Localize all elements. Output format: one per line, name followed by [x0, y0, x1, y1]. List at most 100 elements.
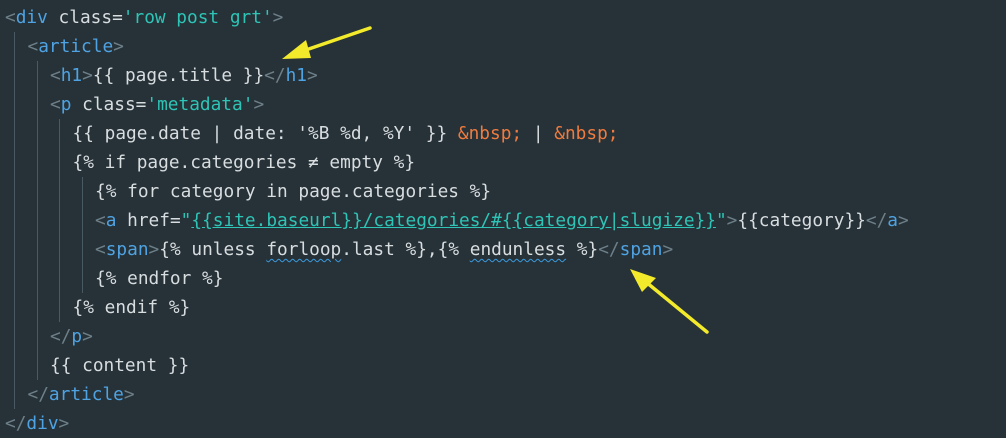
- code-token: {{category}}: [737, 210, 866, 231]
- code-token: >: [726, 210, 738, 231]
- code-token: endunless: [469, 239, 567, 260]
- code-token: div: [15, 7, 48, 28]
- indent-guide: [59, 177, 60, 206]
- code-token: <: [50, 94, 61, 115]
- code-token: span: [105, 239, 149, 260]
- code-token: </: [27, 384, 49, 405]
- code-token: class=: [71, 94, 147, 115]
- code-token: {% if page.categories ≠ empty %}: [72, 152, 416, 173]
- code-token: article: [48, 384, 124, 405]
- indent-guide: [82, 264, 83, 293]
- code-token: h1: [285, 65, 307, 86]
- code-token: >: [113, 36, 124, 57]
- code-line[interactable]: <div class='row post grt'>: [5, 3, 283, 32]
- indent-guide: [37, 206, 38, 235]
- indent-guide: [14, 148, 15, 177]
- code-token: >: [307, 65, 318, 86]
- code-line[interactable]: </p>: [50, 322, 93, 351]
- code-line[interactable]: {% if page.categories ≠ empty %}: [73, 148, 416, 177]
- code-token: </: [865, 210, 888, 231]
- code-token: ": [715, 210, 727, 231]
- indent-guide: [14, 293, 15, 322]
- indent-guide: [59, 119, 60, 148]
- code-line[interactable]: <p class='metadata'>: [50, 90, 264, 119]
- indent-guide: [82, 177, 83, 206]
- indent-guide: [14, 235, 15, 264]
- code-token: >: [58, 413, 70, 434]
- code-token: </: [598, 239, 620, 260]
- indent-guide: [14, 322, 15, 351]
- indent-guide: [14, 61, 15, 90]
- code-token: <: [50, 65, 61, 86]
- code-token: <: [5, 7, 16, 28]
- code-line[interactable]: <a href="{{site.baseurl}}/categories/#{{…: [95, 206, 909, 235]
- indent-guide: [37, 264, 38, 293]
- code-token: >: [82, 65, 93, 86]
- indent-guide: [14, 264, 15, 293]
- code-token: {{ page.date | date: '%B %d, %Y' }}: [72, 123, 458, 144]
- indent-guide: [14, 206, 15, 235]
- indent-guide: [37, 293, 38, 322]
- code-token: >: [272, 7, 284, 28]
- code-line[interactable]: <h1>{{ page.title }}</h1>: [50, 61, 318, 90]
- indent-guide: [14, 32, 15, 61]
- code-token: <: [27, 36, 39, 57]
- code-token: >: [898, 210, 909, 231]
- code-token: span: [619, 239, 663, 260]
- code-token: >: [662, 239, 674, 260]
- code-token: forloop: [266, 239, 342, 260]
- indent-guide: [82, 206, 83, 235]
- code-token: >: [82, 326, 93, 347]
- code-line[interactable]: {{ page.date | date: '%B %d, %Y' }} &nbs…: [73, 119, 619, 148]
- indent-guide: [37, 61, 38, 90]
- indent-guide: [59, 235, 60, 264]
- code-token: %}: [566, 239, 599, 260]
- code-token: {% endif %}: [72, 297, 191, 318]
- code-token: href=: [116, 210, 181, 231]
- code-token: .last %},{%: [341, 239, 470, 260]
- indent-guide: [14, 90, 15, 119]
- code-token: {% for category in page.categories %}: [95, 181, 492, 202]
- code-token: {% unless: [159, 239, 267, 260]
- indent-guide: [37, 90, 38, 119]
- code-token: >: [123, 384, 135, 405]
- code-line[interactable]: {% for category in page.categories %}: [95, 177, 491, 206]
- code-token: h1: [60, 65, 83, 86]
- code-editor[interactable]: <div class='row post grt'> <article> <h1>{…: [0, 0, 1006, 435]
- code-token: article: [38, 36, 114, 57]
- code-token: {{ page.title }}: [92, 65, 265, 86]
- code-token: <: [95, 239, 106, 260]
- code-line[interactable]: <article>: [28, 32, 124, 61]
- code-token: p: [60, 94, 72, 115]
- indent-guide: [37, 119, 38, 148]
- code-token: ": [180, 210, 192, 231]
- code-token: </: [264, 65, 286, 86]
- indent-guide: [82, 235, 83, 264]
- code-token: >: [253, 94, 265, 115]
- code-token: a: [887, 210, 898, 231]
- indent-guide: [14, 351, 15, 380]
- code-token: >: [148, 239, 160, 260]
- code-token: &nbsp;: [554, 123, 619, 144]
- code-line[interactable]: {{ content }}: [50, 351, 189, 380]
- code-token: </: [50, 326, 72, 347]
- code-line[interactable]: {% endfor %}: [95, 264, 223, 293]
- code-line[interactable]: {% endif %}: [73, 293, 191, 322]
- code-line[interactable]: </article>: [28, 380, 135, 409]
- code-token: 'metadata': [146, 94, 254, 115]
- code-line[interactable]: <span>{% unless forloop.last %},{% endun…: [95, 235, 673, 264]
- code-token: {{site.baseurl}}/categories/#{{category|…: [191, 210, 716, 231]
- code-token: &nbsp;: [457, 123, 523, 144]
- indent-guide: [14, 119, 15, 148]
- indent-guide: [37, 148, 38, 177]
- indent-guide: [59, 148, 60, 177]
- code-token: div: [26, 413, 59, 434]
- indent-guide: [37, 322, 38, 351]
- indent-guide: [37, 235, 38, 264]
- code-line[interactable]: </div>: [5, 409, 69, 438]
- code-token: class=: [47, 7, 123, 28]
- code-token: {{ content }}: [50, 355, 190, 376]
- indent-guide: [37, 177, 38, 206]
- indent-guide: [59, 264, 60, 293]
- indent-guide: [37, 351, 38, 380]
